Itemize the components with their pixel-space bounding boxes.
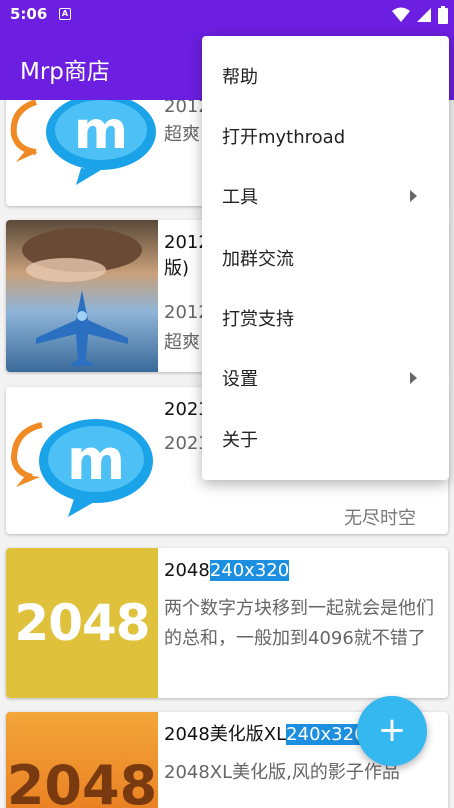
item-desc: 两个数字方块移到一起就会是他们的总和，一般加到4096就不错了 [164, 598, 434, 649]
menu-item-tools[interactable]: 工具 [202, 166, 449, 226]
menu-item-settings[interactable]: 设置 [202, 348, 449, 408]
notification-a-icon: A [59, 8, 71, 20]
item-author: 无尽时空 [344, 508, 416, 529]
mrp-logo-icon: m [6, 100, 158, 206]
resolution-badge: 240x320 [209, 560, 290, 581]
status-bar: 5:06 A [0, 0, 454, 30]
item-thumbnail: 2048 [6, 548, 158, 698]
status-time: 5:06 [10, 5, 48, 23]
plus-icon: + [377, 710, 407, 750]
svg-text:2048: 2048 [7, 754, 157, 808]
menu-item-donate[interactable]: 打赏支持 [202, 288, 449, 348]
submenu-arrow-icon [410, 372, 417, 384]
item-thumbnail: 2048 [6, 712, 158, 808]
menu-item-help[interactable]: 帮助 [202, 46, 449, 106]
svg-text:m: m [74, 101, 128, 161]
mrp-logo-icon: m [6, 387, 158, 534]
app-title: Mrp商店 [20, 59, 110, 85]
signal-icon [417, 8, 431, 22]
menu-item-open-mythroad[interactable]: 打开mythroad [202, 106, 449, 166]
battery-icon [438, 6, 448, 24]
wifi-icon [392, 7, 410, 22]
item-thumbnail [6, 220, 158, 372]
resolution-badge: 240x320 [286, 724, 366, 745]
menu-item-about[interactable]: 关于 [202, 409, 449, 469]
add-fab-button[interactable]: + [357, 696, 427, 766]
svg-text:m: m [67, 428, 125, 493]
submenu-arrow-icon [410, 190, 417, 202]
overflow-menu: 帮助 打开mythroad 工具 加群交流 打赏支持 设置 关于 [202, 36, 449, 480]
list-item[interactable]: 2048 2048240x320 两个数字方块移到一起就会是他们的总和，一般加到… [6, 548, 448, 698]
item-name: 2048240x320 [164, 560, 290, 581]
menu-item-join-group[interactable]: 加群交流 [202, 228, 449, 288]
